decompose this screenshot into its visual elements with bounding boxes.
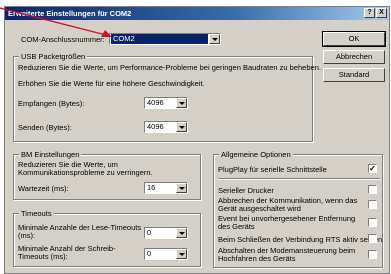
general-options-group: Allgemeine Optionen PlugPlay für seriell… [213, 150, 383, 268]
usb-description: Reduzieren Sie die Werte, um Performance… [18, 63, 321, 72]
receive-size-value: 4096 [147, 98, 164, 107]
cancel-button[interactable]: Abbrechen [323, 50, 385, 64]
usb-group-title: USB Packetgrößen [19, 52, 88, 61]
send-size-value: 4096 [147, 122, 164, 131]
read-timeout-select[interactable]: 0 [144, 227, 188, 239]
write-timeout-select[interactable]: 0 [144, 248, 188, 260]
bm-settings-group: BM Einstellungen Reduzieren Sie die Wert… [13, 150, 201, 200]
usb-description-2: Erhöhen Sie die Werte für eine höhere Ge… [18, 79, 205, 88]
write-timeout-value: 0 [147, 249, 152, 258]
receive-size-select[interactable]: 4096 [144, 97, 188, 109]
read-timeout-value: 0 [147, 228, 152, 237]
window-title: Erweiterte Einstellungen für COM2 [8, 9, 132, 18]
option-plugplay-checkbox[interactable]: ✓ [368, 164, 377, 173]
option-surprise-removal-label: Event bei unvorhergesehener Entfernung d… [218, 214, 356, 231]
advanced-settings-dialog: Erweiterte Einstellungen für COM2 ? X CO… [4, 6, 390, 274]
com-port-select[interactable]: COM2 [109, 33, 221, 45]
chevron-down-icon[interactable] [209, 34, 220, 44]
latency-label: Wartezeit (ms): [18, 184, 69, 193]
default-button[interactable]: Standard [323, 68, 385, 82]
com-port-value: COM2 [111, 34, 208, 44]
option-cancel-comm-checkbox[interactable] [368, 200, 377, 209]
chevron-down-icon[interactable] [176, 228, 187, 238]
timeouts-group: Timeouts Minimale Anzahle der Lese-Timeo… [13, 209, 201, 267]
chevron-down-icon[interactable] [176, 249, 187, 259]
write-timeout-label: Minimale Anzahl der Schreib-Timeouts (ms… [18, 244, 116, 261]
options-group-title: Allgemeine Optionen [219, 150, 293, 159]
chevron-down-icon[interactable] [176, 122, 187, 132]
timeouts-group-title: Timeouts [19, 209, 54, 218]
bm-description: Reduzieren Sie die Werte, um Kommunikati… [18, 160, 153, 177]
latency-select[interactable]: 16 [144, 182, 188, 194]
chevron-down-icon[interactable] [176, 98, 187, 108]
option-modem-control-label: Abschalten der Modemansteuerung beim Hoc… [218, 246, 356, 263]
chevron-down-icon[interactable] [176, 183, 187, 193]
option-surprise-removal-checkbox[interactable] [368, 218, 377, 227]
option-cancel-comm-label: Abbrechen der Kommunikation, wenn das Ge… [218, 196, 358, 213]
divider [218, 178, 380, 180]
help-button[interactable]: ? [364, 8, 375, 18]
option-plugplay-label: PlugPlay für serielle Schnittstelle [218, 165, 327, 174]
ok-button[interactable]: OK [322, 31, 386, 47]
send-size-select[interactable]: 4096 [144, 121, 188, 133]
option-rts-label: Beim Schließen der Verbindung RTS aktiv … [218, 235, 383, 244]
read-timeout-label: Minimale Anzahle der Lese-Timeouts (ms): [18, 223, 142, 240]
option-rts-checkbox[interactable] [368, 234, 377, 243]
com-port-label: COM-Anschlussnummer: [21, 35, 105, 44]
send-label: Senden (Bytes): [18, 123, 72, 132]
close-button[interactable]: X [376, 8, 387, 18]
latency-value: 16 [147, 183, 156, 192]
option-modem-control-checkbox[interactable] [368, 250, 377, 259]
bm-group-title: BM Einstellungen [19, 150, 82, 159]
receive-label: Empfangen (Bytes): [18, 99, 85, 108]
option-serial-printer-label: Serieller Drucker [218, 186, 274, 195]
usb-packet-size-group: USB Packetgrößen Reduzieren Sie die Wert… [13, 52, 321, 142]
option-serial-printer-checkbox[interactable] [368, 185, 377, 194]
title-bar[interactable]: Erweiterte Einstellungen für COM2 ? X [5, 7, 389, 20]
